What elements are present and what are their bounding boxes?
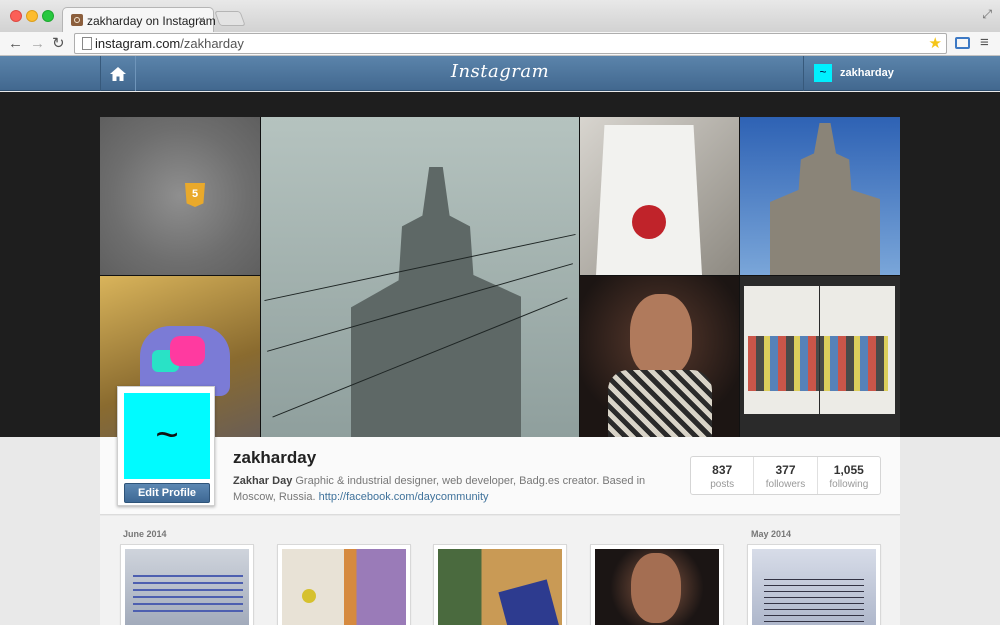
photo-thumbnail[interactable] bbox=[277, 544, 411, 625]
thumbnail-image bbox=[438, 549, 562, 625]
cover-photo-yerba-bag[interactable] bbox=[580, 117, 739, 275]
cover-photo-html5-pin[interactable]: 5 bbox=[100, 117, 260, 275]
cross-seal-icon bbox=[632, 205, 666, 239]
html5-badge-icon: 5 bbox=[185, 183, 205, 207]
profile-avatar[interactable]: ~ bbox=[124, 393, 210, 479]
magazine-crowd-photo bbox=[748, 336, 888, 391]
profile-bio: Zakhar Day Graphic & industrial designer… bbox=[233, 473, 673, 505]
url-text: instagram.com/zakharday bbox=[95, 36, 244, 51]
stat-posts-label: posts bbox=[710, 479, 735, 490]
month-label: May 2014 bbox=[751, 529, 792, 539]
stat-followers[interactable]: 377 followers bbox=[753, 457, 816, 494]
thumbnail-image bbox=[595, 549, 719, 625]
tab-title: zakharday on Instagram bbox=[87, 14, 216, 28]
avatar-card: ~ Edit Profile bbox=[117, 386, 215, 506]
url-domain: instagram.com bbox=[95, 36, 181, 51]
fullscreen-icon[interactable]: ⤢ bbox=[982, 7, 992, 22]
thumbnail-image bbox=[282, 549, 406, 625]
page-icon bbox=[82, 37, 92, 50]
forward-icon[interactable]: → bbox=[30, 34, 45, 54]
face-shape bbox=[630, 294, 692, 376]
edit-profile-button[interactable]: Edit Profile bbox=[124, 483, 210, 503]
yerba-bag bbox=[596, 125, 702, 275]
address-bar[interactable]: instagram.com/zakharday ★ bbox=[74, 33, 947, 54]
bookmark-star-icon[interactable]: ★ bbox=[929, 34, 942, 52]
photo-thumbnail[interactable] bbox=[747, 544, 881, 625]
stat-following-label: following bbox=[829, 479, 869, 490]
stat-followers-label: followers bbox=[765, 479, 806, 490]
cover-photo-tower-snow[interactable] bbox=[261, 117, 579, 437]
cover-photo-selfie[interactable] bbox=[580, 276, 739, 437]
photo-thumbnail[interactable] bbox=[120, 544, 254, 625]
header-username: zakharday bbox=[840, 67, 894, 79]
home-icon bbox=[110, 66, 126, 81]
reload-icon[interactable]: ↻ bbox=[52, 34, 65, 54]
instagram-logo[interactable]: Instagram bbox=[440, 61, 560, 82]
scarf-shape bbox=[608, 370, 712, 437]
photo-thumbnail[interactable] bbox=[433, 544, 567, 625]
tab-close-icon[interactable]: × bbox=[198, 13, 205, 27]
profile-website-link[interactable]: http://facebook.com/daycommunity bbox=[319, 491, 489, 503]
cover-photo-building-sky[interactable] bbox=[740, 117, 900, 275]
menu-icon[interactable]: ≡ bbox=[980, 34, 989, 51]
instagram-favicon-icon bbox=[71, 14, 83, 26]
user-menu[interactable]: ~ zakharday bbox=[803, 56, 900, 91]
browser-tab[interactable]: zakharday on Instagram × bbox=[62, 7, 216, 33]
user-avatar-icon: ~ bbox=[814, 64, 832, 82]
back-icon[interactable]: ← bbox=[8, 34, 23, 54]
building-silhouette bbox=[770, 123, 880, 275]
cast-icon[interactable] bbox=[955, 37, 970, 49]
cover-photo-mosaic: 5 bbox=[100, 117, 900, 437]
stat-following-value: 1,055 bbox=[833, 463, 864, 477]
thumbnail-image bbox=[752, 549, 876, 625]
stat-followers-value: 377 bbox=[775, 463, 796, 477]
new-tab-button[interactable] bbox=[214, 11, 246, 26]
instagram-header: Instagram ~ zakharday bbox=[0, 56, 1000, 91]
profile-full-name: Zakhar Day bbox=[233, 475, 293, 487]
stat-posts[interactable]: 837 posts bbox=[691, 457, 753, 494]
stat-posts-value: 837 bbox=[712, 463, 733, 477]
month-label: June 2014 bbox=[123, 529, 167, 539]
photo-thumbnail[interactable] bbox=[590, 544, 724, 625]
close-window-button[interactable] bbox=[10, 10, 22, 22]
thumbnail-image bbox=[125, 549, 249, 625]
profile-username: zakharday bbox=[233, 448, 317, 467]
stat-following[interactable]: 1,055 following bbox=[816, 457, 880, 494]
profile-stats: 837 posts 377 followers 1,055 following bbox=[690, 456, 881, 495]
browser-toolbar: ← → ↻ instagram.com/zakharday ★ ≡ bbox=[0, 32, 1000, 56]
cover-photo-magazine[interactable] bbox=[740, 276, 900, 437]
browser-tab-bar: zakharday on Instagram × ⤢ bbox=[0, 0, 1000, 33]
zoom-window-button[interactable] bbox=[42, 10, 54, 22]
home-button[interactable] bbox=[100, 56, 136, 91]
minimize-window-button[interactable] bbox=[26, 10, 38, 22]
url-path: /zakharday bbox=[180, 36, 244, 51]
